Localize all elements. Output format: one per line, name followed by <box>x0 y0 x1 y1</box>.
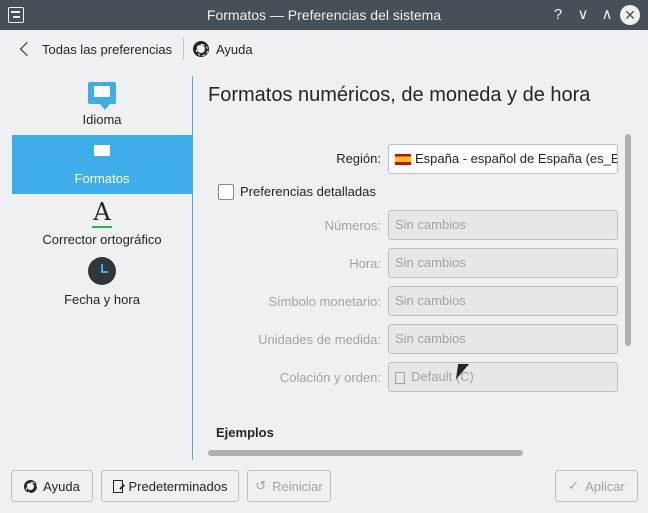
chevron-left-icon <box>19 41 35 57</box>
document-edit-icon <box>112 479 123 493</box>
sidebar-item-idioma[interactable]: Idioma <box>12 76 192 135</box>
spellcheck-icon: A <box>92 198 112 228</box>
region-select[interactable]: España - español de España (es_ES) <box>388 144 618 174</box>
footer-help-button[interactable]: Ayuda <box>11 470 93 502</box>
sidebar-item-corrector[interactable]: A Corrector ortográfico <box>12 196 192 255</box>
top-navigation: Todas las preferencias Ayuda <box>0 30 648 68</box>
numbers-label: Números: <box>324 218 381 233</box>
all-settings-button[interactable]: Todas las preferencias <box>12 38 172 60</box>
vertical-scrollbar[interactable] <box>625 134 631 346</box>
speech-bubble-icon <box>88 141 116 169</box>
horizontal-scrollbar[interactable] <box>208 450 523 456</box>
title-bar: Formatos — Preferencias del sistema ? ∨ … <box>0 0 648 30</box>
minimize-button[interactable]: ∨ <box>572 4 594 26</box>
sidebar: Idioma Formatos A Corrector ortográfico … <box>12 76 192 460</box>
collation-select[interactable]: Default (C) <box>388 362 618 392</box>
collation-label: Colación y orden: <box>279 370 381 385</box>
detailed-preferences-label[interactable]: Preferencias detalladas <box>240 184 376 199</box>
settings-form: Región: España - español de España (es_E… <box>193 120 640 460</box>
sidebar-item-label: Formatos <box>74 171 130 186</box>
speech-bubble-icon <box>88 82 116 110</box>
clock-icon <box>88 257 116 285</box>
undo-icon: ↺ <box>255 478 267 493</box>
time-label: Hora: <box>349 256 381 271</box>
reset-label: Reiniciar <box>272 478 323 494</box>
currency-label: Símbolo monetario: <box>268 294 381 309</box>
measurement-label: Unidades de medida: <box>258 332 381 347</box>
numbers-select[interactable]: Sin cambios <box>388 210 618 240</box>
region-label: Región: <box>336 151 381 166</box>
checkmark-icon: ✓ <box>568 478 580 493</box>
apply-label: Aplicar <box>585 478 625 494</box>
spain-flag-icon <box>395 154 411 166</box>
reset-button[interactable]: ↺ Reiniciar <box>247 470 331 502</box>
examples-heading: Ejemplos <box>216 425 274 440</box>
time-select[interactable]: Sin cambios <box>388 248 618 278</box>
measurement-select[interactable]: Sin cambios <box>388 324 618 354</box>
sidebar-item-fecha-hora[interactable]: Fecha y hora <box>12 256 192 315</box>
sidebar-item-label: Corrector ortográfico <box>42 232 162 247</box>
sidebar-item-label: Idioma <box>82 112 122 127</box>
mouse-pointer-icon <box>455 364 471 380</box>
all-settings-label: Todas las preferencias <box>42 41 173 57</box>
lifebuoy-icon <box>24 479 39 494</box>
detailed-preferences-checkbox[interactable] <box>218 184 234 200</box>
defaults-label: Predeterminados <box>128 478 228 494</box>
close-button[interactable]: ✕ <box>620 5 640 25</box>
help-window-button[interactable]: ? <box>547 4 569 26</box>
sidebar-item-formatos[interactable]: Formatos <box>12 135 192 194</box>
sidebar-item-label: Fecha y hora <box>64 292 140 307</box>
apply-button[interactable]: ✓ Aplicar <box>555 470 638 502</box>
help-button[interactable]: Ayuda <box>193 38 253 60</box>
defaults-button[interactable]: Predeterminados <box>101 470 239 502</box>
region-value: España - español de España (es_ES) <box>415 151 618 166</box>
nav-separator <box>183 38 184 60</box>
footer-help-label: Ayuda <box>43 478 80 494</box>
page-title: Formatos numéricos, de moneda y de hora <box>208 84 591 106</box>
maximize-button[interactable]: ∧ <box>596 4 618 26</box>
lifebuoy-icon <box>193 41 209 57</box>
currency-select[interactable]: Sin cambios <box>388 286 618 316</box>
help-label: Ayuda <box>216 41 253 57</box>
document-icon <box>395 371 405 384</box>
